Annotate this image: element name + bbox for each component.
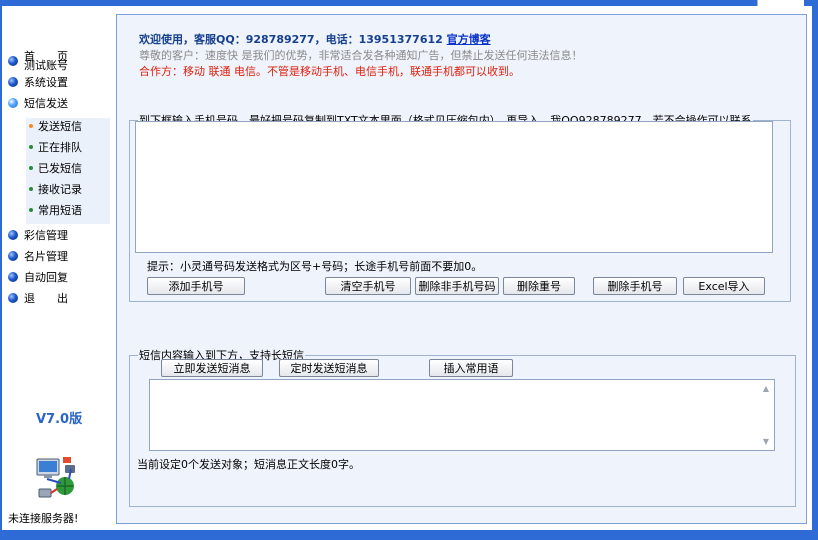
- bullet-icon: [8, 230, 18, 240]
- submenu-item-label: 已发短信: [38, 162, 82, 175]
- phone-numbers-textarea[interactable]: [135, 121, 773, 253]
- sms-content-textarea[interactable]: ▲ ▼: [149, 379, 775, 451]
- notice-contact-text: 欢迎使用，客服QQ：928789277，电话：13951377612: [139, 33, 443, 46]
- sidebar-item-sms-send[interactable]: 短信发送: [8, 94, 68, 112]
- scroll-down-arrow-icon[interactable]: ▼: [761, 437, 771, 447]
- bullet-dot-icon: [29, 187, 33, 191]
- notice-warning: 尊敬的客户：速度快 是我们的优势，非常适合发各种通知广告，但禁止发送任何违法信息…: [139, 49, 583, 62]
- sidebar-item-cards[interactable]: 名片管理: [8, 247, 68, 265]
- window-frame-top: [0, 0, 818, 6]
- submenu-item-phrases[interactable]: 常用短语: [29, 201, 82, 219]
- sidebar-item-logout[interactable]: 退 出: [8, 289, 68, 307]
- sidebar-item-label: 系统设置: [24, 76, 68, 89]
- notice-carriers: 合作方：移动 联通 电信。不管是移动手机、电信手机，联通手机都可以收到。: [139, 65, 520, 78]
- sidebar-item-home[interactable]: 首 页 测试账号: [8, 51, 68, 72]
- add-phone-button[interactable]: 添加手机号: [147, 277, 245, 295]
- clear-phones-button[interactable]: 清空手机号: [325, 277, 411, 295]
- window-frame-notch: [757, 0, 804, 6]
- network-computer-icon: [36, 457, 75, 498]
- submenu-item-received[interactable]: 接收记录: [29, 180, 82, 198]
- bullet-icon: [8, 272, 18, 282]
- bullet-icon: [8, 56, 18, 66]
- delete-phone-button[interactable]: 删除手机号: [593, 277, 677, 295]
- sidebar-item-settings[interactable]: 系统设置: [8, 73, 68, 91]
- sidebar-item-label: 退 出: [24, 292, 68, 305]
- sidebar-item-label: 自动回复: [24, 271, 68, 284]
- window-frame-bottom: [0, 530, 818, 540]
- submenu-item-label: 发送短信: [38, 120, 82, 133]
- submenu-item-sent[interactable]: 已发短信: [29, 159, 82, 177]
- submenu-item-label: 接收记录: [38, 183, 82, 196]
- submenu-item-send-sms[interactable]: 发送短信: [29, 117, 82, 135]
- main-panel: 欢迎使用，客服QQ：928789277，电话：13951377612 官方博客 …: [116, 14, 807, 524]
- bullet-dot-icon: [29, 166, 33, 170]
- bullet-icon: [8, 293, 18, 303]
- send-now-button[interactable]: 立即发送短消息: [161, 359, 263, 377]
- submenu-item-label: 常用短语: [38, 204, 82, 217]
- excel-import-button[interactable]: Excel导入: [683, 277, 765, 295]
- bullet-dot-icon: [29, 208, 33, 212]
- notice-block: 欢迎使用，客服QQ：928789277，电话：13951377612 官方博客 …: [139, 32, 799, 80]
- bullet-icon: [8, 77, 18, 87]
- official-blog-link[interactable]: 官方博客: [447, 33, 491, 46]
- insert-phrase-button[interactable]: 插入常用语: [429, 359, 513, 377]
- bullet-open-icon: [8, 98, 18, 108]
- sidebar-item-label: 彩信管理: [24, 229, 68, 242]
- delete-invalid-numbers-button[interactable]: 删除非手机号码: [415, 277, 499, 295]
- sidebar-item-auto-reply[interactable]: 自动回复: [8, 268, 68, 286]
- sidebar-item-label: 短信发送: [24, 97, 68, 110]
- send-scheduled-button[interactable]: 定时发送短消息: [279, 359, 379, 377]
- phone-format-tip: 提示：小灵通号码发送格式为区号+号码；长途手机号前面不要加0。: [147, 260, 483, 273]
- sidebar-item-test-account-label[interactable]: 测试账号: [24, 59, 68, 72]
- version-label: V7.0版: [36, 412, 83, 427]
- window-frame-right: [812, 0, 818, 540]
- sidebar: 首 页 测试账号 系统设置 短信发送 发送短信 正在排队 已发短信 接收记录 常…: [2, 6, 110, 530]
- sidebar-item-mms[interactable]: 彩信管理: [8, 226, 68, 244]
- submenu-item-queue[interactable]: 正在排队: [29, 138, 82, 156]
- sidebar-item-label: 名片管理: [24, 250, 68, 263]
- scroll-up-arrow-icon[interactable]: ▲: [761, 384, 771, 394]
- bullet-icon: [8, 251, 18, 261]
- server-status-text: 未连接服务器!: [8, 512, 79, 525]
- notice-contact: 欢迎使用，客服QQ：928789277，电话：13951377612 官方博客: [139, 32, 799, 48]
- bullet-dot-icon: [29, 124, 33, 128]
- delete-duplicates-button[interactable]: 删除重号: [503, 277, 575, 295]
- submenu-item-label: 正在排队: [38, 141, 82, 154]
- send-status-text: 当前设定0个发送对象；短消息正文长度0字。: [137, 458, 360, 471]
- bullet-dot-icon: [29, 145, 33, 149]
